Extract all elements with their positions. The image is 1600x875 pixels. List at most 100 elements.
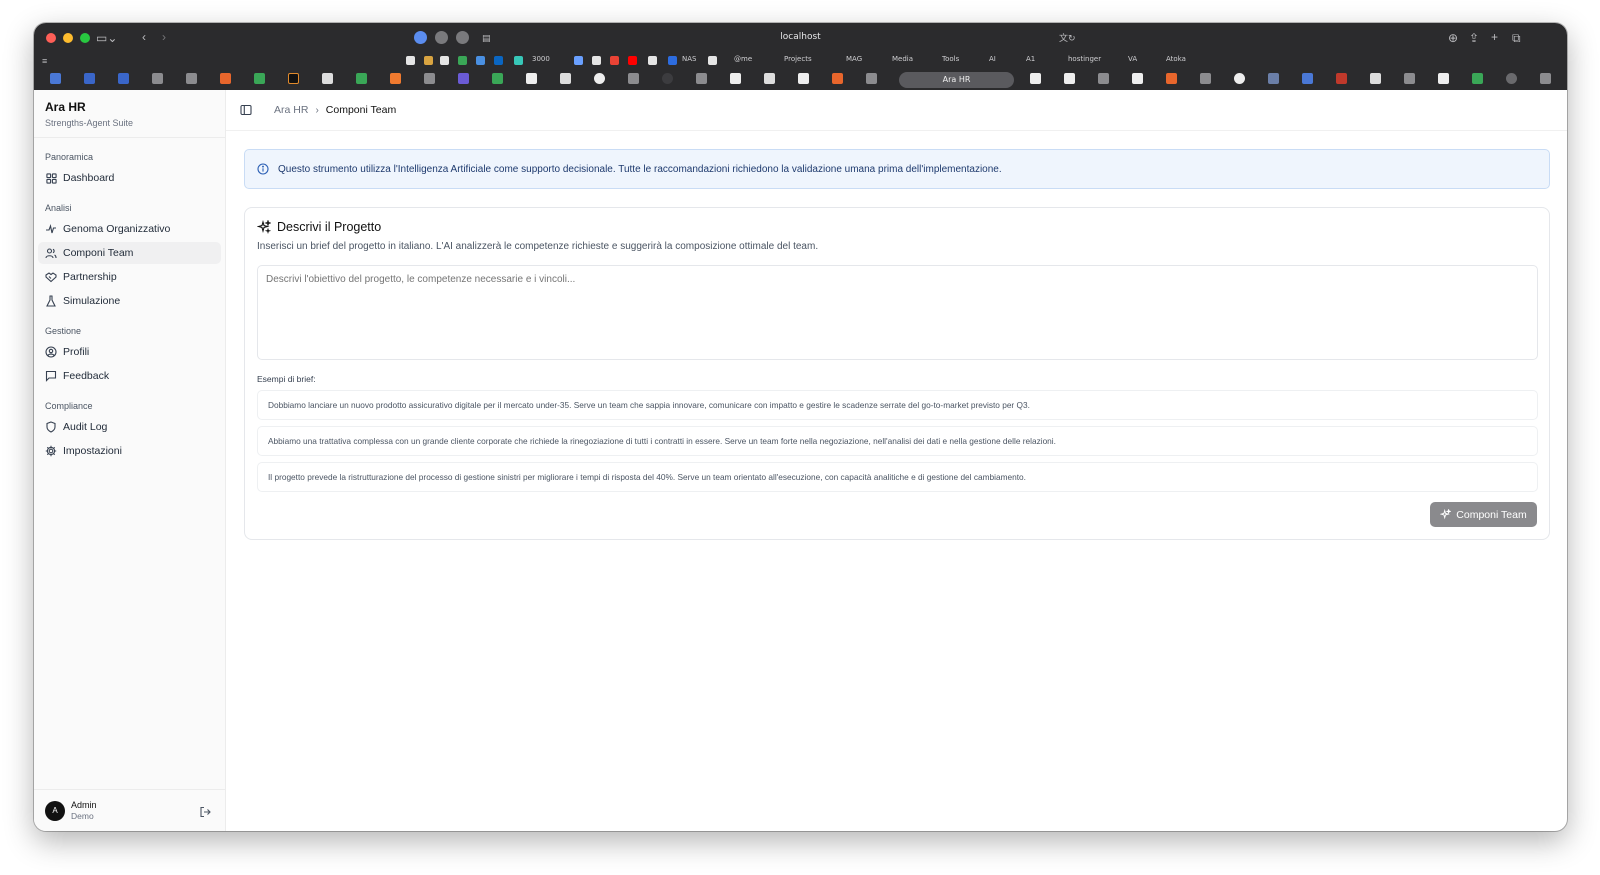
nav-group-label: Compliance [45, 401, 93, 411]
tab-favicon-icon[interactable] [254, 73, 265, 84]
logout-icon[interactable] [199, 805, 211, 823]
sidebar-item-dashboard[interactable]: Dashboard [38, 167, 221, 189]
tab-favicon-icon[interactable] [84, 73, 95, 84]
example-brief[interactable]: Abbiamo una trattativa complessa con un … [257, 426, 1538, 456]
tab-favicon-icon[interactable] [288, 73, 299, 84]
sidebar-item-label: Feedback [63, 370, 110, 382]
tab-favicon-icon[interactable] [1302, 73, 1313, 84]
bookmark-icon[interactable] [574, 56, 583, 65]
sidebar-item-profili[interactable]: Profili [38, 341, 221, 363]
tab-favicon-icon[interactable] [1370, 73, 1381, 84]
bookmark-atoka[interactable]: Atoka [1166, 55, 1186, 63]
tab-favicon-icon[interactable] [764, 73, 775, 84]
bookmark-folder-hostinger[interactable]: hostinger [1068, 55, 1101, 63]
share-icon[interactable]: ⇪ [1469, 31, 1479, 45]
sparkle-icon [45, 223, 57, 235]
tab-favicon-icon[interactable] [152, 73, 163, 84]
bookmark-icon[interactable] [514, 56, 523, 65]
grid-icon [45, 172, 57, 184]
bookmark-icon[interactable] [424, 56, 433, 65]
bookmark-folder-media[interactable]: Media [892, 55, 913, 63]
tab-favicon-icon[interactable] [1030, 73, 1041, 84]
tab-favicon-icon[interactable] [186, 73, 197, 84]
bookmark-icon[interactable] [494, 56, 503, 65]
sidebar-item-feedback[interactable]: Feedback [38, 365, 221, 387]
download-icon[interactable]: ⊕ [1448, 31, 1458, 45]
tab-favicon-icon[interactable] [1200, 73, 1211, 84]
bookmark-folder-a1[interactable]: A1 [1026, 55, 1035, 63]
tab-favicon-icon[interactable] [356, 73, 367, 84]
bookmark-icon[interactable] [628, 56, 637, 65]
bookmark-icon[interactable] [406, 56, 415, 65]
tab-favicon-icon[interactable] [1064, 73, 1075, 84]
example-brief[interactable]: Il progetto prevede la ristrutturazione … [257, 462, 1538, 492]
tab-favicon-icon[interactable] [798, 73, 809, 84]
tab-favicon-icon[interactable] [1166, 73, 1177, 84]
tab-favicon-icon[interactable] [628, 73, 639, 84]
tab-favicon-icon[interactable] [1438, 73, 1449, 84]
tab-favicon-icon[interactable] [594, 73, 605, 84]
tab-favicon-icon[interactable] [492, 73, 503, 84]
componi-team-button[interactable]: Componi Team [1430, 502, 1537, 527]
tab-favicon-icon[interactable] [662, 73, 673, 84]
bookmark-folder-mag[interactable]: MAG [846, 55, 862, 63]
bookmark-icon[interactable] [668, 56, 677, 65]
breadcrumb-root[interactable]: Ara HR [274, 104, 308, 116]
sidebar-item-partnership[interactable]: Partnership [38, 266, 221, 288]
tab-favicon-icon[interactable] [1268, 73, 1279, 84]
tab-favicon-icon[interactable] [1472, 73, 1483, 84]
tab-favicon-icon[interactable] [1336, 73, 1347, 84]
chevron-right-icon: › [315, 104, 319, 116]
tab-favicon-icon[interactable] [560, 73, 571, 84]
tab-active[interactable]: Ara HR [899, 72, 1014, 88]
sidebar-item-genoma[interactable]: Genoma Organizzativo [38, 218, 221, 240]
bookmark-folder-me[interactable]: @me [734, 55, 752, 63]
tab-favicon-icon[interactable] [424, 73, 435, 84]
sidebar-item-impostazioni[interactable]: Impostazioni [38, 440, 221, 462]
tab-overview-icon[interactable]: ⧉ [1512, 31, 1521, 45]
bookmark-icon[interactable] [648, 56, 657, 65]
tab-favicon-icon[interactable] [220, 73, 231, 84]
bookmark-icon[interactable] [708, 56, 717, 65]
address-bar[interactable]: localhost [34, 32, 1567, 42]
bookmark-folder-ai[interactable]: AI [989, 55, 996, 63]
bookmark-icon[interactable] [440, 56, 449, 65]
tab-favicon-icon[interactable] [696, 73, 707, 84]
tab-favicon-icon[interactable] [1540, 73, 1551, 84]
tab-favicon-icon[interactable] [832, 73, 843, 84]
bookmark-icon[interactable] [592, 56, 601, 65]
sidebar-item-simulazione[interactable]: Simulazione [38, 290, 221, 312]
example-brief[interactable]: Dobbiamo lanciare un nuovo prodotto assi… [257, 390, 1538, 420]
tab-favicon-icon[interactable] [50, 73, 61, 84]
tab-favicon-icon[interactable] [322, 73, 333, 84]
tab-favicon-icon[interactable] [1132, 73, 1143, 84]
tab-favicon-icon[interactable] [1404, 73, 1415, 84]
bookmark-icon[interactable] [476, 56, 485, 65]
bookmark-folder-projects[interactable]: Projects [784, 55, 812, 63]
bookmark-icon[interactable] [610, 56, 619, 65]
user-name: Admin [71, 800, 97, 810]
user-menu[interactable]: A Admin Demo [34, 789, 225, 831]
project-brief-input[interactable] [257, 265, 1538, 360]
translate-icon[interactable]: 文↻ [1059, 31, 1076, 45]
tab-favicon-icon[interactable] [458, 73, 469, 84]
tab-favicon-icon[interactable] [866, 73, 877, 84]
menu-icon[interactable]: ≡ [42, 54, 47, 68]
sidebar-item-componi-team[interactable]: Componi Team [38, 242, 221, 264]
bookmark-icon[interactable] [458, 56, 467, 65]
tab-favicon-icon[interactable] [1506, 73, 1517, 84]
sidebar-item-audit-log[interactable]: Audit Log [38, 416, 221, 438]
panel-toggle-icon[interactable] [240, 104, 252, 116]
bookmark-folder-tools[interactable]: Tools [942, 55, 959, 63]
tab-favicon-icon[interactable] [526, 73, 537, 84]
tab-favicon-icon[interactable] [1098, 73, 1109, 84]
tab-favicon-icon[interactable] [390, 73, 401, 84]
tab-favicon-icon[interactable] [730, 73, 741, 84]
tab-favicon-icon[interactable] [118, 73, 129, 84]
new-tab-icon[interactable]: + [1491, 30, 1498, 44]
tab-favicon-icon[interactable] [1234, 73, 1245, 84]
bookmark-folder-va[interactable]: VA [1128, 55, 1137, 63]
bookmark-3000[interactable]: 3000 [532, 55, 550, 63]
sidebar-item-label: Componi Team [63, 247, 134, 259]
bookmark-nas[interactable]: NAS [682, 55, 696, 63]
